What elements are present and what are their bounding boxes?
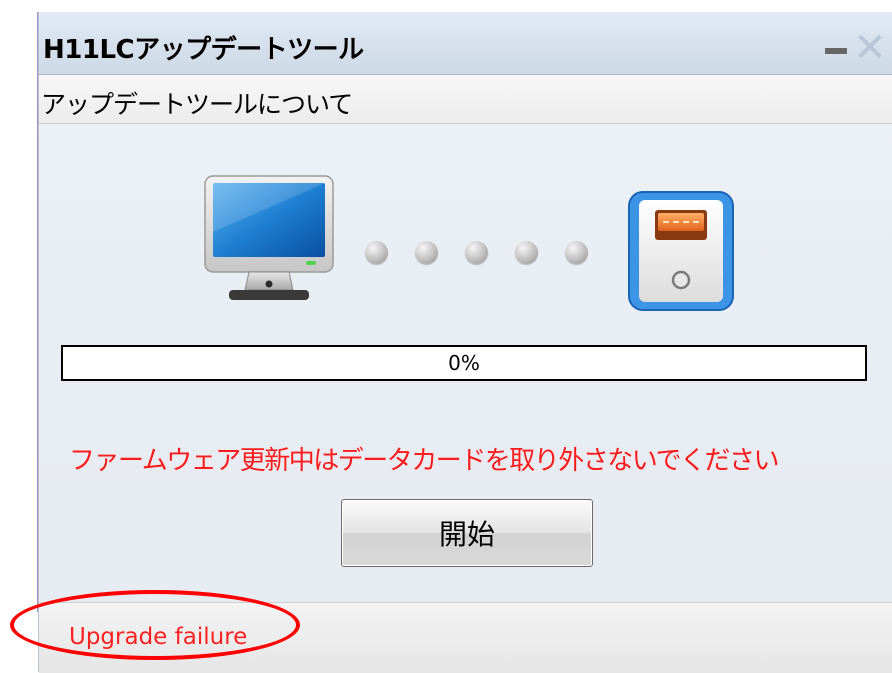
progress-bar: 0% — [61, 345, 867, 381]
connection-dot — [565, 241, 588, 264]
menu-item-about[interactable]: アップデートツールについて — [41, 85, 353, 121]
status-text: Upgrade failure — [69, 624, 248, 650]
warning-message: ファームウェア更新中はデータカードを取り外さないでください — [69, 446, 779, 476]
connection-dot — [465, 241, 488, 264]
title-bar[interactable]: H11LCアップデートツール ✕ — [39, 12, 892, 75]
monitor-icon — [204, 175, 334, 300]
connection-dot — [415, 241, 438, 264]
data-card-icon — [628, 191, 734, 311]
minimize-icon[interactable] — [825, 48, 847, 54]
close-icon[interactable]: ✕ — [851, 28, 889, 68]
progress-percent: 0% — [448, 351, 480, 375]
menu-bar: アップデートツールについて — [39, 75, 892, 124]
window-title: H11LCアップデートツール — [43, 35, 364, 65]
start-button[interactable]: 開始 — [341, 499, 593, 567]
update-tool-window: H11LCアップデートツール ✕ アップデートツールについて 0% ファームウェ… — [38, 12, 892, 673]
status-bar: Upgrade failure — [39, 602, 892, 673]
connection-dot — [365, 241, 388, 264]
connection-dot — [515, 241, 538, 264]
